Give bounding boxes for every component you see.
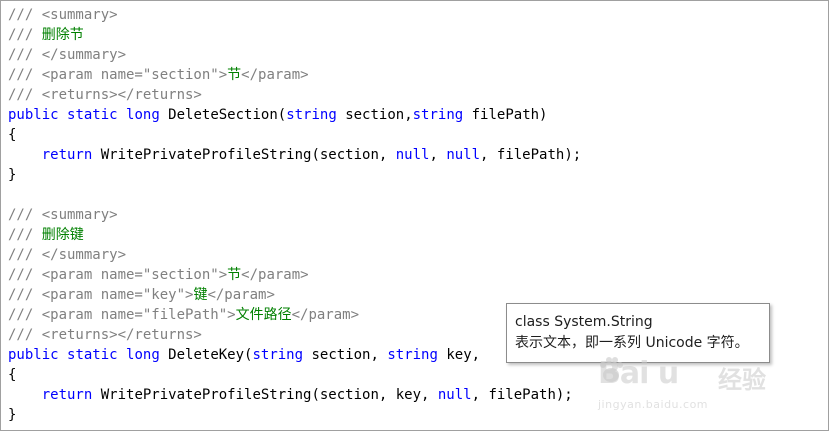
code-line-8[interactable]: return WritePrivateProfileString(section… [8,145,581,165]
keyword-token: null [437,387,472,403]
comment-token: <param name="section"> [41,267,228,283]
code-token: , filePath); [471,387,573,403]
keyword-token: public [8,107,59,123]
tooltip-type-signature: class System.String [515,314,653,330]
comment-token: /// [8,287,42,303]
code-token: } [8,407,17,423]
keyword-token: string [286,107,337,123]
comment-token: /// [8,327,42,343]
comment-token: /// [8,67,42,83]
code-token: } [8,167,17,183]
code-line-6[interactable]: public static long DeleteSection(string … [8,105,581,125]
comment-token: /// [8,207,42,223]
comment-token: /// [8,87,42,103]
keyword-token: string [412,107,464,123]
comment-token: /// [8,47,42,63]
code-line-15[interactable]: /// <param name="key">键</param> [8,285,581,305]
code-line-9[interactable]: } [8,165,581,185]
code-line-5[interactable]: /// <returns></returns> [8,85,581,105]
keyword-token: long [126,107,160,123]
code-token: key, [437,347,481,363]
comment-token: /// [8,7,42,23]
comment-token: 文件路径 [235,307,292,323]
comment-token: 节 [227,267,242,283]
code-line-21[interactable]: } [8,405,581,425]
code-text-area[interactable]: /// <summary>/// 删除节/// </summary>/// <p… [8,5,581,425]
code-token: section, [336,107,413,123]
comment-token: /// [8,27,42,43]
comment-token: </param> [241,67,309,83]
keyword-token: long [126,347,160,363]
comment-token: <returns></returns> [41,327,202,343]
code-line-19[interactable]: { [8,365,581,385]
code-token: { [8,367,17,383]
comment-token: /// [8,247,42,263]
comment-token: <param name="filePath"> [41,307,236,323]
code-line-13[interactable]: /// </summary> [8,245,581,265]
keyword-token: return [41,387,93,403]
comment-token: <returns></returns> [41,87,202,103]
comment-token: </param> [291,307,360,323]
code-line-18[interactable]: public static long DeleteKey(string sect… [8,345,581,365]
code-token: , [429,147,447,163]
code-token: , filePath); [480,147,582,163]
tooltip-description: 表示文本，即一系列 Unicode 字符。 [515,335,749,351]
keyword-token: return [41,147,93,163]
code-line-14[interactable]: /// <param name="section">节</param> [8,265,581,285]
keyword-token: static [67,347,118,363]
code-line-20[interactable]: return WritePrivateProfileString(section… [8,385,581,405]
code-line-1[interactable]: /// <summary> [8,5,581,25]
keyword-token: null [395,147,430,163]
comment-token: 键 [193,287,208,303]
keyword-token: string [252,347,304,363]
code-token: WritePrivateProfileString(section, key, [92,387,438,403]
code-line-4[interactable]: /// <param name="section">节</param> [8,65,581,85]
comment-token: <param name="section"> [41,67,228,83]
keyword-token: public [8,347,59,363]
keyword-token: string [387,347,438,363]
code-token: DeleteKey( [159,347,253,363]
comment-token: <param name="key"> [41,287,194,303]
comment-token: <summary> [41,207,118,223]
comment-token: <summary> [41,7,118,23]
comment-token: </param> [241,267,309,283]
comment-token: /// [8,307,42,323]
comment-token: 删除键 [41,227,84,243]
comment-token: </summary> [41,47,127,63]
code-line-17[interactable]: /// <returns></returns> [8,325,581,345]
code-line-10[interactable] [8,185,581,205]
comment-token: </param> [207,287,275,303]
keyword-token: null [446,147,481,163]
comment-token: </summary> [41,247,127,263]
code-token: filePath) [463,107,548,123]
comment-token: 删除节 [41,27,84,43]
comment-token: 节 [227,67,242,83]
quickinfo-tooltip: class System.String 表示文本，即一系列 Unicode 字符… [506,303,770,363]
code-line-3[interactable]: /// </summary> [8,45,581,65]
keyword-token: static [67,107,118,123]
comment-token: /// [8,227,42,243]
code-line-7[interactable]: { [8,125,581,145]
code-line-11[interactable]: /// <summary> [8,205,581,225]
code-token: { [8,127,17,143]
comment-token: /// [8,267,42,283]
code-token: section, [303,347,388,363]
code-editor[interactable]: /// <summary>/// 删除节/// </summary>/// <p… [0,0,829,431]
code-line-16[interactable]: /// <param name="filePath">文件路径</param> [8,305,581,325]
code-line-12[interactable]: /// 删除键 [8,225,581,245]
code-token: DeleteSection( [159,107,287,123]
code-line-2[interactable]: /// 删除节 [8,25,581,45]
code-token: WritePrivateProfileString(section, [92,147,396,163]
